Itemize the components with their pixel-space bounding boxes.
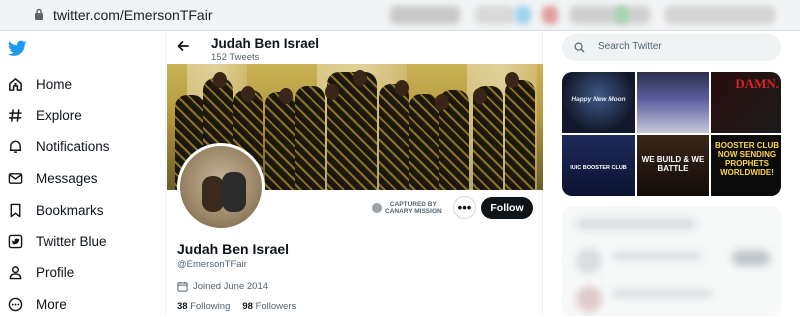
- nav-label: More: [36, 296, 67, 312]
- canary-icon: [372, 203, 382, 213]
- banner-head: [473, 88, 487, 104]
- search-icon: [574, 42, 585, 53]
- banner-head: [241, 86, 255, 102]
- nav-more[interactable]: More: [7, 291, 67, 317]
- back-arrow-icon[interactable]: [176, 39, 190, 53]
- profile-name: Judah Ben Israel: [177, 241, 290, 257]
- follow-stats: 38 Following 98 Followers: [177, 301, 296, 312]
- follow-button[interactable]: Follow: [481, 197, 533, 219]
- profile-avatar[interactable]: [177, 143, 265, 231]
- banner-head: [353, 70, 367, 86]
- envelope-icon: [7, 170, 23, 186]
- avatar-figure: [202, 176, 224, 212]
- nav-label: Bookmarks: [36, 202, 104, 218]
- nav-explore[interactable]: Explore: [7, 102, 82, 128]
- nav-home[interactable]: Home: [7, 71, 72, 97]
- media-tile-text: Happy New Moon: [571, 96, 626, 103]
- profile-handle: @EmersonTFair: [177, 259, 247, 270]
- followers-label: Followers: [255, 301, 297, 312]
- nav-bookmarks[interactable]: Bookmarks: [7, 197, 104, 223]
- media-tile-text: WE BUILD & WE BATTLE: [641, 155, 705, 173]
- nav-notifications[interactable]: Notifications: [7, 133, 110, 159]
- banner-figure: [505, 80, 535, 190]
- nav-messages[interactable]: Messages: [7, 165, 98, 191]
- nav-label: Messages: [36, 170, 98, 186]
- nav-label: Home: [36, 76, 73, 92]
- banner-figure: [295, 86, 325, 190]
- nav-twitter-blue[interactable]: Twitter Blue: [7, 228, 107, 254]
- media-grid: Happy New Moon DAMN. IUIC BOOSTER CLUB W…: [562, 72, 781, 196]
- banner-head: [505, 72, 519, 88]
- media-tile[interactable]: WE BUILD & WE BATTLE: [637, 135, 709, 196]
- banner-head: [435, 94, 449, 110]
- url-text[interactable]: twitter.com/EmersonTFair: [53, 7, 212, 23]
- twitter-blue-icon: [7, 233, 23, 249]
- header-tweet-count: 152 Tweets: [211, 52, 260, 63]
- joined-text: Joined June 2014: [193, 281, 269, 292]
- media-tile[interactable]: IUIC BOOSTER CLUB: [562, 135, 635, 196]
- nav-profile[interactable]: Profile: [7, 259, 74, 285]
- bookmark-icon: [7, 202, 23, 218]
- blur-block: [576, 286, 602, 312]
- blur-block: [612, 290, 712, 298]
- lock-icon: [35, 8, 43, 20]
- more-circle-icon: [7, 296, 23, 312]
- person-icon: [7, 264, 23, 280]
- nav-label: Twitter Blue: [36, 233, 107, 249]
- avatar-figure: [222, 172, 246, 212]
- nav-label: Notifications: [36, 138, 110, 154]
- blur-block: [732, 250, 770, 266]
- banner-head: [395, 80, 409, 96]
- joined-date: Joined June 2014: [177, 281, 268, 292]
- bell-icon: [7, 138, 23, 154]
- blur-block: [612, 252, 702, 260]
- followers-link[interactable]: 98 Followers: [242, 301, 296, 312]
- search-placeholder: Search Twitter: [598, 41, 662, 52]
- following-link[interactable]: 38 Following: [177, 301, 230, 312]
- banner-head: [279, 88, 293, 104]
- media-tile-text: BOOSTER CLUB NOW SENDING PROPHETS WORLDW…: [715, 141, 779, 177]
- following-count: 38: [177, 301, 188, 312]
- banner-figure: [379, 84, 409, 190]
- following-label: Following: [190, 301, 231, 312]
- right-sidebar: Search Twitter Happy New Moon DAMN. IUIC…: [543, 31, 800, 316]
- stamp-line-1: CAPTURED BY: [389, 201, 437, 208]
- media-tile-text: IUIC BOOSTER CLUB: [570, 165, 627, 171]
- stamp-line-2: CANARY MISSION: [385, 208, 442, 215]
- left-nav: Home Explore Notifications Messages Book…: [0, 31, 165, 316]
- search-box[interactable]: Search Twitter: [562, 34, 781, 61]
- browser-address-bar: twitter.com/EmersonTFair: [0, 0, 800, 31]
- media-tile[interactable]: [637, 72, 709, 133]
- header-name: Judah Ben Israel: [211, 36, 320, 51]
- profile-column: Judah Ben Israel 152 Tweets CAPTURED BY: [165, 31, 543, 316]
- banner-figure: [265, 92, 295, 190]
- media-tile[interactable]: DAMN.: [711, 72, 781, 133]
- banner-head: [213, 72, 227, 88]
- media-tile[interactable]: BOOSTER CLUB NOW SENDING PROPHETS WORLDW…: [711, 135, 781, 196]
- calendar-icon: [177, 281, 188, 292]
- banner-figure: [409, 94, 439, 190]
- blurred-suggestions: [562, 206, 781, 316]
- nav-label: Profile: [36, 264, 75, 280]
- blurred-extensions: [380, 4, 800, 26]
- hashtag-icon: [7, 107, 23, 123]
- banner-head: [325, 84, 339, 100]
- blur-block: [576, 218, 696, 230]
- nav-label: Explore: [36, 107, 82, 123]
- media-tile[interactable]: Happy New Moon: [562, 72, 635, 133]
- blur-block: [576, 248, 602, 274]
- twitter-logo-icon[interactable]: [8, 40, 27, 57]
- home-icon: [7, 76, 23, 92]
- canary-mission-stamp: CAPTURED BY CANARY MISSION: [372, 201, 442, 215]
- media-tile-text: DAMN.: [735, 76, 779, 91]
- followers-count: 98: [242, 301, 253, 312]
- more-options-button[interactable]: •••: [453, 196, 476, 219]
